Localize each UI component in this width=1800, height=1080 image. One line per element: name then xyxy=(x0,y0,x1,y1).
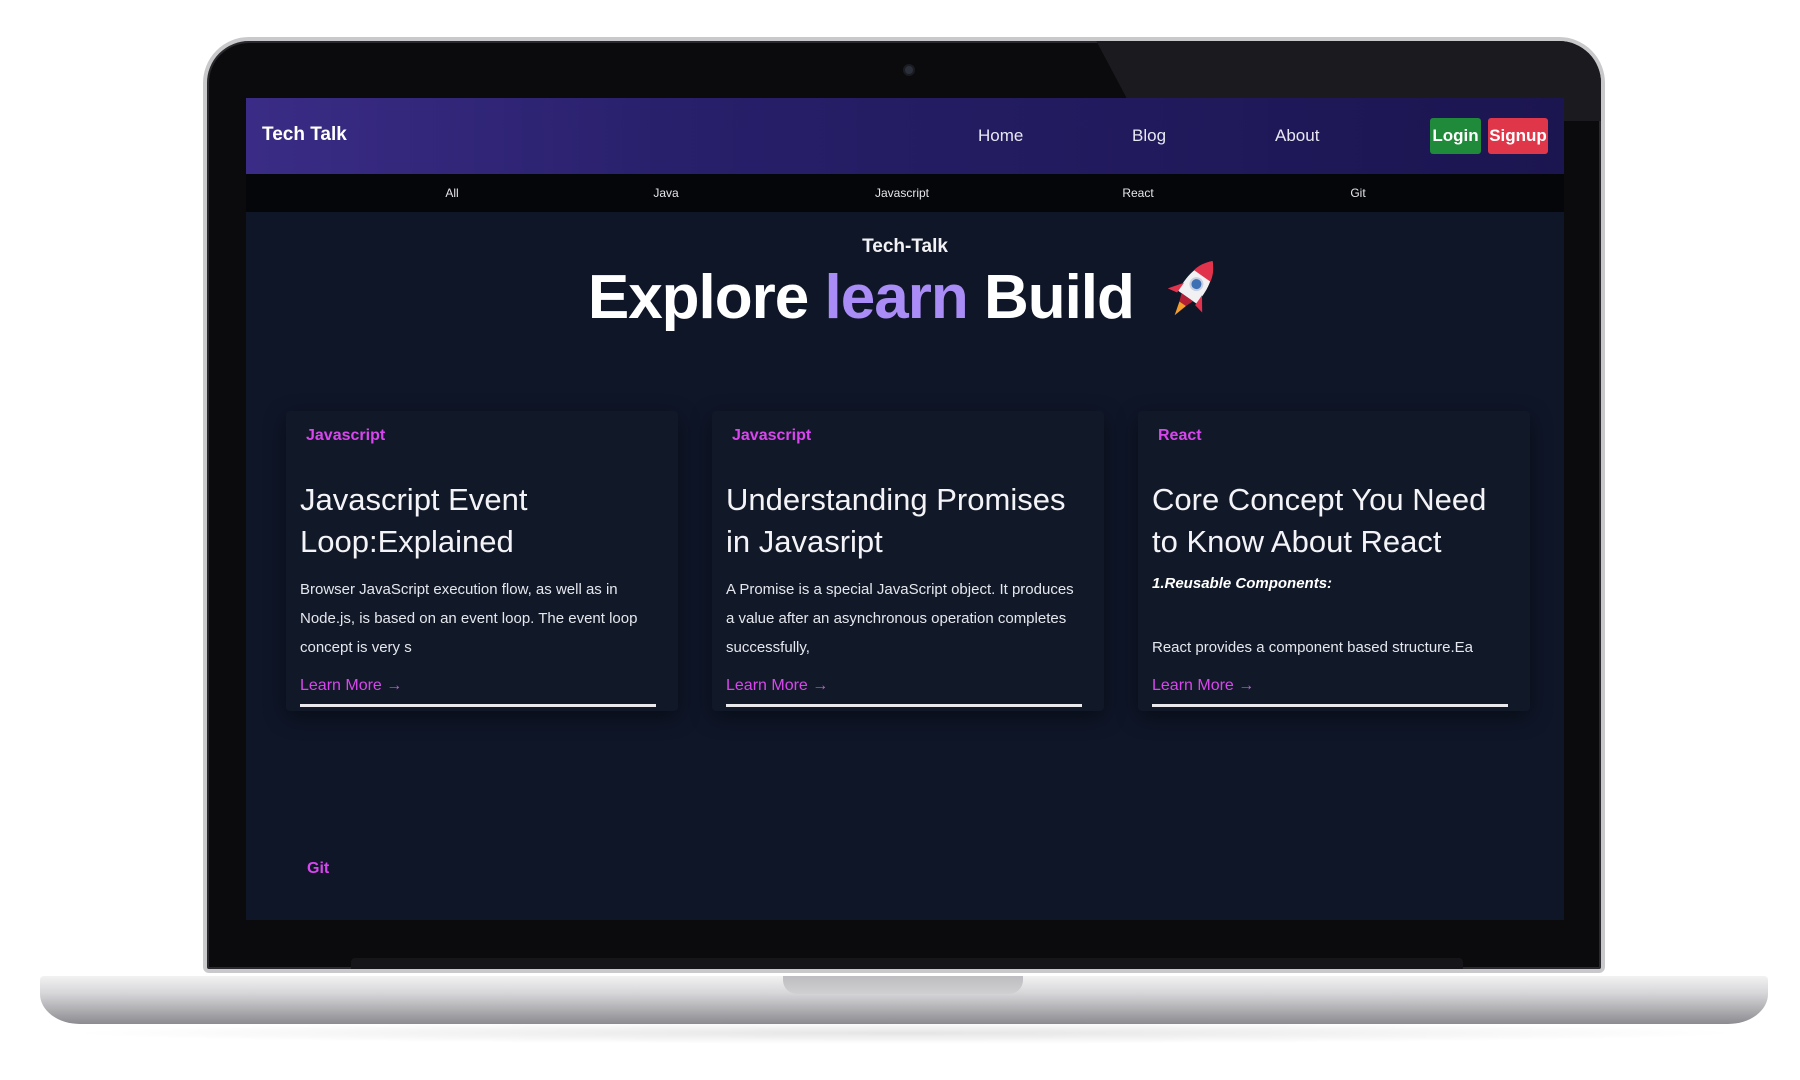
learn-more-link[interactable]: Learn More → xyxy=(300,677,402,695)
card-description: React provides a component based structu… xyxy=(1152,639,1474,656)
nav-link-about[interactable]: About xyxy=(1275,126,1319,146)
card-title: Understanding Promises in Javasript xyxy=(726,482,1066,559)
navbar: Tech Talk Home Blog About Login Signup xyxy=(246,98,1564,174)
login-button[interactable]: Login xyxy=(1430,118,1481,154)
card-description: Browser JavaScript execution flow, as we… xyxy=(300,581,638,656)
signup-button[interactable]: Signup xyxy=(1488,118,1548,154)
card-description: A Promise is a special JavaScript object… xyxy=(726,581,1074,656)
card-underline xyxy=(726,704,1082,707)
category-react[interactable]: React xyxy=(1122,186,1153,200)
category-java[interactable]: Java xyxy=(653,186,678,200)
category-bar: All Java Javascript React Git xyxy=(246,174,1564,212)
card-subheading: 1.Reusable Components: xyxy=(1152,575,1333,592)
hero-heading: Explore learn Build xyxy=(246,261,1564,340)
blog-card: Javascript Understanding Promises in Jav… xyxy=(712,411,1104,711)
hero-eyebrow: Tech-Talk xyxy=(862,236,948,257)
screen: Tech Talk Home Blog About Login Signup A… xyxy=(246,98,1564,920)
category-javascript[interactable]: Javascript xyxy=(875,186,929,200)
nav-link-home[interactable]: Home xyxy=(978,126,1023,146)
hero-word-explore: Explore xyxy=(587,263,809,332)
card-tag[interactable]: React xyxy=(1158,427,1202,445)
nav-link-blog[interactable]: Blog xyxy=(1132,126,1166,146)
category-git[interactable]: Git xyxy=(1350,186,1365,200)
hero-word-learn: learn xyxy=(824,263,969,332)
laptop-notch xyxy=(783,976,1023,994)
learn-more-link[interactable]: Learn More → xyxy=(1152,677,1254,695)
blog-card: React Core Concept You Need to Know Abou… xyxy=(1138,411,1530,711)
card-title: Javascript Event Loop:Explained xyxy=(300,482,528,559)
card-underline xyxy=(1152,704,1508,707)
camera-icon xyxy=(903,64,915,76)
card-title: Core Concept You Need to Know About Reac… xyxy=(1152,482,1487,559)
laptop-shadow xyxy=(60,1022,1750,1044)
blog-card: Javascript Javascript Event Loop:Explain… xyxy=(286,411,678,711)
card-tag[interactable]: Javascript xyxy=(732,427,811,445)
rocket-icon xyxy=(1164,253,1222,340)
card-underline xyxy=(300,704,656,707)
category-all[interactable]: All xyxy=(445,186,458,200)
hero-word-build: Build xyxy=(983,263,1135,332)
bezel-bottom xyxy=(351,958,1463,969)
brand-logo[interactable]: Tech Talk xyxy=(262,124,347,146)
card-tag-git[interactable]: Git xyxy=(307,860,329,878)
card-tag[interactable]: Javascript xyxy=(306,427,385,445)
learn-more-link[interactable]: Learn More → xyxy=(726,677,828,695)
